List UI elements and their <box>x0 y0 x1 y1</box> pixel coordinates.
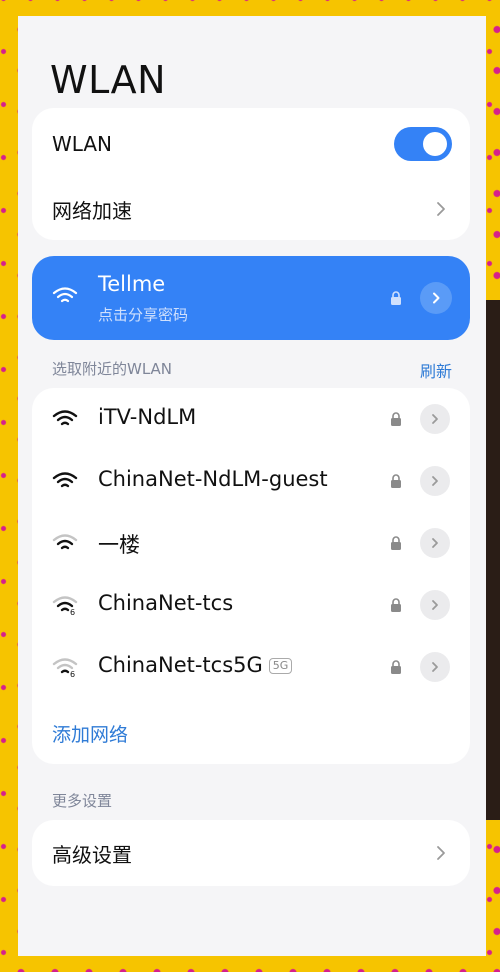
network-name: iTV-NdLM <box>98 405 197 429</box>
lock-icon <box>391 291 401 305</box>
svg-text:6: 6 <box>70 670 75 678</box>
wlan-label: WLAN <box>52 132 113 156</box>
network-name: ChinaNet-NdLM-guest <box>98 467 328 491</box>
wifi-signal-medium-icon <box>52 534 78 550</box>
chevron-right-icon <box>432 476 438 486</box>
add-network-button[interactable]: 添加网络 <box>52 720 128 747</box>
network-detail-button[interactable] <box>420 466 450 496</box>
lock-icon <box>391 660 401 674</box>
advanced-settings-row[interactable]: 高级设置 <box>32 823 470 883</box>
network-accel-row[interactable]: 网络加速 <box>32 178 470 240</box>
lock-icon <box>391 412 401 426</box>
lock-icon <box>391 598 401 612</box>
refresh-button[interactable]: 刷新 <box>420 358 452 382</box>
network-row[interactable]: 6 ChinaNet-tcs5G 5G <box>32 636 470 698</box>
chevron-right-icon <box>432 662 438 672</box>
nearby-networks-card: iTV-NdLM ChinaNet-NdLM-guest 一楼 6 ChinaN… <box>32 388 470 764</box>
lock-icon <box>391 536 401 550</box>
connected-network-card[interactable]: Tellme 点击分享密码 <box>32 256 470 340</box>
page-title: WLAN <box>50 58 167 102</box>
5g-badge: 5G <box>268 658 293 674</box>
network-name: ChinaNet-tcs <box>98 591 234 615</box>
wifi6-signal-medium-icon: 6 <box>52 596 78 616</box>
share-password-hint[interactable]: 点击分享密码 <box>98 304 188 325</box>
wlan-main-card: WLAN 网络加速 <box>32 108 470 240</box>
advanced-settings-label: 高级设置 <box>52 842 132 867</box>
network-name: 一楼 <box>98 533 140 557</box>
network-accel-label: 网络加速 <box>52 198 132 223</box>
wlan-settings-screen: WLAN WLAN 网络加速 Tellme 点击分享密码 选取附近的WLAN 刷… <box>18 16 486 956</box>
chevron-right-icon <box>432 600 438 610</box>
wlan-toggle[interactable] <box>394 127 452 161</box>
chevron-right-icon <box>437 846 445 860</box>
chevron-right-icon <box>432 538 438 548</box>
connected-network-name: Tellme <box>98 272 166 296</box>
wifi6-signal-weak-icon: 6 <box>52 658 78 678</box>
network-row[interactable]: 6 ChinaNet-tcs <box>32 574 470 636</box>
chevron-right-icon <box>432 414 438 424</box>
wifi-icon <box>52 287 78 303</box>
chevron-right-icon <box>433 292 440 304</box>
advanced-settings-card: 高级设置 <box>32 820 470 886</box>
network-detail-button[interactable] <box>420 404 450 434</box>
more-settings-section-label: 更多设置 <box>52 792 113 810</box>
network-detail-button[interactable] <box>420 528 450 558</box>
network-detail-button[interactable] <box>420 590 450 620</box>
wifi-signal-full-icon <box>52 410 78 426</box>
wlan-toggle-row[interactable]: WLAN <box>32 112 470 176</box>
connected-network-detail-button[interactable] <box>420 282 452 314</box>
network-row[interactable]: ChinaNet-NdLM-guest <box>32 450 470 512</box>
toggle-knob <box>423 132 447 156</box>
network-name: ChinaNet-tcs5G 5G <box>98 653 293 677</box>
chevron-right-icon <box>437 202 445 216</box>
network-name-text: ChinaNet-tcs5G <box>98 653 263 677</box>
network-detail-button[interactable] <box>420 652 450 682</box>
network-row[interactable]: 一楼 <box>32 512 470 574</box>
network-row[interactable]: iTV-NdLM <box>32 388 470 450</box>
wifi-signal-full-icon <box>52 472 78 488</box>
nearby-section-label: 选取附近的WLAN <box>52 360 173 378</box>
lock-icon <box>391 474 401 488</box>
svg-text:6: 6 <box>70 608 75 616</box>
